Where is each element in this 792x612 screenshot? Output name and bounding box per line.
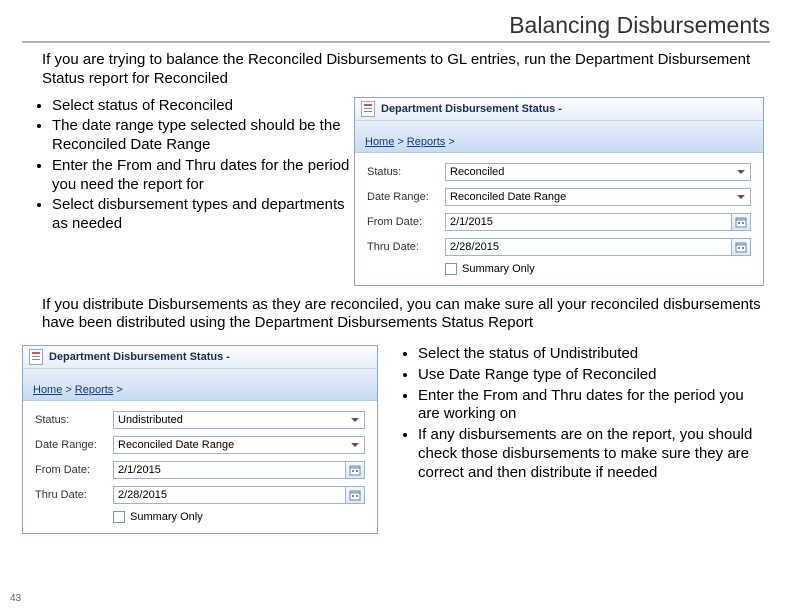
daterange-label: Date Range: (367, 191, 445, 203)
summary-only-label: Summary Only (130, 511, 203, 523)
report-pane-reconciled: Department Disbursement Status - Home > … (354, 97, 764, 286)
fromdate-input[interactable] (113, 461, 345, 479)
daterange-label: Date Range: (35, 439, 113, 451)
calendar-icon (349, 464, 361, 476)
instruction-list-2: Select the status of Undistributed Use D… (386, 345, 756, 484)
list-item: Select disbursement types and department… (52, 196, 354, 234)
breadcrumb-reports[interactable]: Reports (407, 136, 446, 148)
list-item: The date range type selected should be t… (52, 117, 354, 155)
chevron-down-icon (734, 190, 748, 204)
fromdate-label: From Date: (35, 464, 113, 476)
calendar-button[interactable] (731, 213, 751, 231)
summary-only-checkbox[interactable] (113, 511, 125, 523)
daterange-select[interactable]: Reconciled Date Range (445, 188, 751, 206)
breadcrumb: Home > Reports > (23, 369, 377, 401)
instruction-list-1: Select status of Reconciled The date ran… (22, 97, 354, 236)
status-label: Status: (35, 414, 113, 426)
window-title: Department Disbursement Status - (381, 103, 562, 115)
document-icon (29, 349, 43, 365)
chevron-down-icon (348, 438, 362, 452)
thrudate-label: Thru Date: (35, 489, 113, 501)
fromdate-label: From Date: (367, 216, 445, 228)
intro-paragraph-1: If you are trying to balance the Reconci… (22, 51, 770, 97)
calendar-button[interactable] (345, 486, 365, 504)
calendar-icon (349, 489, 361, 501)
page-title: Balancing Disbursements (22, 12, 770, 43)
calendar-icon (735, 216, 747, 228)
breadcrumb-reports[interactable]: Reports (75, 384, 114, 396)
status-select[interactable]: Reconciled (445, 163, 751, 181)
window-title: Department Disbursement Status - (49, 351, 230, 363)
list-item: Enter the From and Thru dates for the pe… (52, 157, 354, 195)
status-select[interactable]: Undistributed (113, 411, 365, 429)
report-pane-undistributed: Department Disbursement Status - Home > … (22, 345, 378, 534)
chevron-down-icon (734, 165, 748, 179)
breadcrumb-home[interactable]: Home (33, 384, 62, 396)
list-item: Use Date Range type of Reconciled (418, 366, 756, 385)
list-item: If any disbursements are on the report, … (418, 426, 756, 482)
intro-paragraph-2: If you distribute Disbursements as they … (22, 294, 770, 342)
list-item: Select status of Reconciled (52, 97, 354, 116)
breadcrumb: Home > Reports > (355, 121, 763, 153)
calendar-icon (735, 241, 747, 253)
list-item: Select the status of Undistributed (418, 345, 756, 364)
fromdate-input[interactable] (445, 213, 731, 231)
window-titlebar: Department Disbursement Status - (355, 98, 763, 121)
page-number: 43 (10, 593, 21, 604)
calendar-button[interactable] (731, 238, 751, 256)
window-titlebar: Department Disbursement Status - (23, 346, 377, 369)
thrudate-label: Thru Date: (367, 241, 445, 253)
thrudate-input[interactable] (445, 238, 731, 256)
status-label: Status: (367, 166, 445, 178)
document-icon (361, 101, 375, 117)
thrudate-input[interactable] (113, 486, 345, 504)
list-item: Enter the From and Thru dates for the pe… (418, 387, 756, 425)
breadcrumb-home[interactable]: Home (365, 136, 394, 148)
summary-only-label: Summary Only (462, 263, 535, 275)
daterange-select[interactable]: Reconciled Date Range (113, 436, 365, 454)
calendar-button[interactable] (345, 461, 365, 479)
chevron-down-icon (348, 413, 362, 427)
summary-only-checkbox[interactable] (445, 263, 457, 275)
